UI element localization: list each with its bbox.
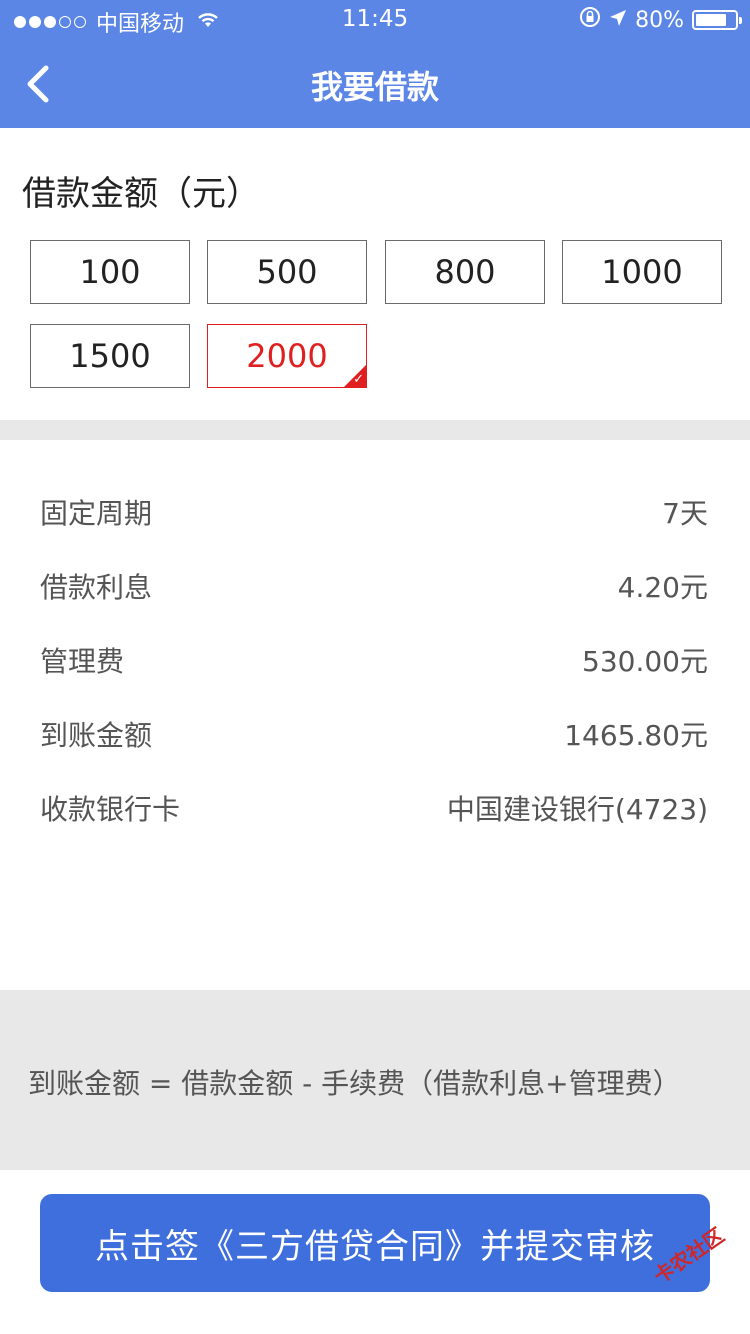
page-title: 我要借款 — [310, 68, 439, 106]
formula-section: 到账金额 = 借款金额 - 手续费（借款利息+管理费） — [0, 990, 750, 1170]
detail-row-bank-card[interactable]: 收款银行卡 中国建设银行(4723) — [40, 788, 708, 828]
battery-percent: 80% — [635, 7, 684, 33]
nav-bar: 我要借款 — [0, 40, 750, 128]
check-icon: ✓ — [353, 372, 364, 387]
detail-label: 借款利息 — [40, 571, 153, 604]
amount-section: 借款金额（元） 100 500 800 1000 1500 2000 ✓ — [0, 128, 750, 420]
orientation-lock-icon — [579, 6, 601, 34]
detail-label: 收款银行卡 — [40, 793, 181, 826]
detail-row-interest: 借款利息 4.20元 — [40, 566, 708, 606]
section-divider — [0, 420, 750, 440]
detail-label: 固定周期 — [40, 497, 153, 530]
detail-value: 中国建设银行(4723) — [446, 793, 708, 826]
battery-icon — [692, 10, 742, 30]
amount-title: 借款金额（元） — [22, 174, 260, 214]
amount-option-1000[interactable]: 1000 — [562, 240, 722, 304]
location-arrow-icon — [609, 8, 627, 33]
detail-value: 4.20元 — [617, 571, 708, 604]
amount-option-2000[interactable]: 2000 ✓ — [207, 324, 367, 388]
status-right: 80% — [579, 6, 742, 34]
amount-option-500[interactable]: 500 — [207, 240, 367, 304]
submit-button[interactable]: 点击签《三方借贷合同》并提交审核 — [40, 1194, 710, 1292]
detail-row-management-fee: 管理费 530.00元 — [40, 640, 708, 680]
loan-details: 固定周期 7天 借款利息 4.20元 管理费 530.00元 到账金额 1465… — [0, 440, 750, 990]
amount-option-1500[interactable]: 1500 — [30, 324, 190, 388]
detail-label: 到账金额 — [40, 719, 153, 752]
detail-value: 7天 — [662, 497, 708, 530]
detail-value: 1465.80元 — [564, 719, 708, 752]
detail-row-period: 固定周期 7天 — [40, 492, 708, 532]
detail-value: 530.00元 — [582, 645, 708, 678]
detail-label: 管理费 — [40, 645, 125, 678]
detail-row-received-amount: 到账金额 1465.80元 — [40, 714, 708, 754]
amount-option-100[interactable]: 100 — [30, 240, 190, 304]
formula-text: 到账金额 = 借款金额 - 手续费（借款利息+管理费） — [28, 1067, 681, 1100]
status-bar: 中国移动 11:45 80% — [0, 0, 750, 40]
amount-option-800[interactable]: 800 — [385, 240, 545, 304]
